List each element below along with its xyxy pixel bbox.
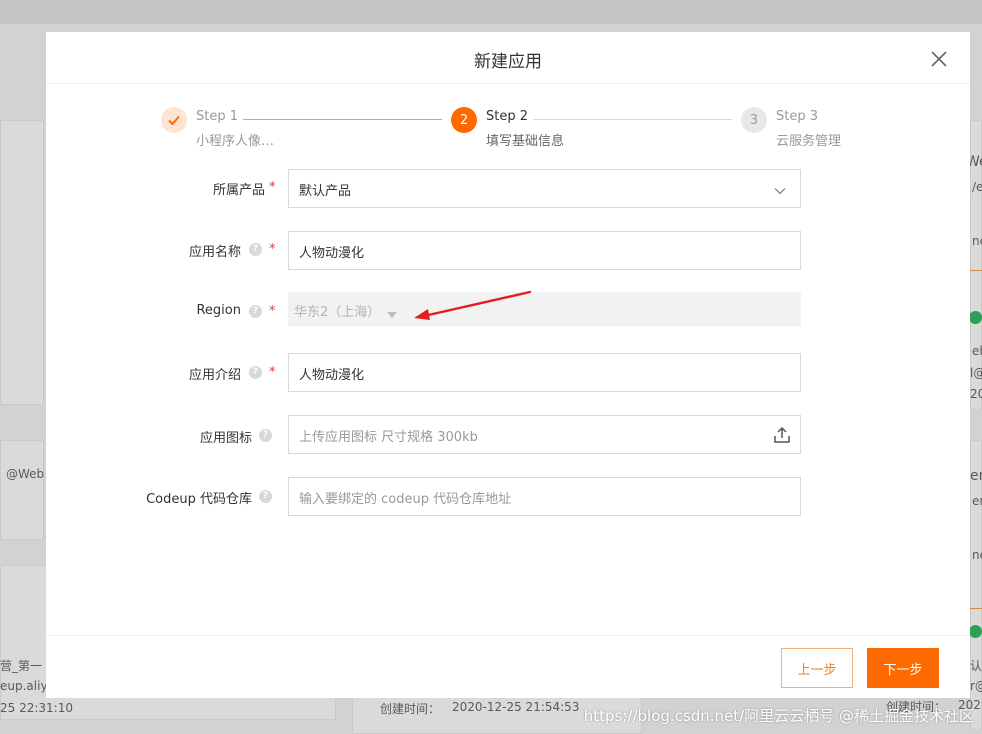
background-text: 20 xyxy=(970,387,982,401)
background-text: 认 xyxy=(970,659,982,673)
required-mark: * xyxy=(269,242,276,257)
app-intro-input[interactable]: 人物动漫化 xyxy=(288,353,801,392)
app-intro-value: 人物动漫化 xyxy=(299,368,365,383)
app-icon-placeholder: 上传应用图标 尺寸规格 300kb xyxy=(299,430,478,445)
product-label: 所属产品 xyxy=(212,183,265,198)
codeup-input[interactable]: 输入要绑定的 codeup 代码仓库地址 xyxy=(288,477,801,516)
background-text: 25 22:31:10 xyxy=(0,701,73,715)
step-3-number: 3 xyxy=(741,107,767,133)
background-accent-line xyxy=(970,608,982,609)
step-2-title: Step 2 xyxy=(486,109,529,124)
step-3-description: 云服务管理 xyxy=(776,134,842,149)
background-created-label: 创建时间： xyxy=(380,702,441,716)
new-app-dialog: 新建应用 Step 1 小程序人像… 2 Step 2 填写基础信息 3 Ste… xyxy=(46,32,970,698)
caret-down-icon xyxy=(387,307,397,322)
region-select: 华东2（上海） xyxy=(288,292,801,326)
background-text: l@ xyxy=(970,366,982,380)
background-accent-line xyxy=(970,270,982,271)
dialog-header: 新建应用 xyxy=(46,32,970,84)
app-name-label: 应用名称 xyxy=(188,245,241,260)
background-text: 营_第一 xyxy=(0,659,43,673)
background-text: /e xyxy=(972,180,982,194)
close-icon[interactable] xyxy=(928,48,950,70)
background-created-value: 2020-12-25 21:54:53 xyxy=(452,700,580,714)
region-label: Region xyxy=(196,303,241,318)
background-text: en xyxy=(970,468,982,484)
help-icon[interactable]: ? xyxy=(249,366,262,379)
app-name-value: 人物动漫化 xyxy=(299,246,365,261)
product-select[interactable]: 默认产品 xyxy=(288,169,801,208)
required-mark: * xyxy=(269,180,276,195)
background-text: eb xyxy=(972,344,982,358)
app-intro-label: 应用介绍 xyxy=(188,368,241,383)
help-icon[interactable]: ? xyxy=(249,243,262,256)
background-topbar xyxy=(0,0,982,24)
status-ok-icon xyxy=(969,311,982,324)
region-value: 华东2（上海） xyxy=(294,305,381,320)
annotation-arrow-icon xyxy=(410,287,536,329)
chevron-down-icon xyxy=(774,184,786,199)
required-mark: * xyxy=(269,304,276,319)
next-step-button[interactable]: 下一步 xyxy=(867,648,939,688)
background-text: ne xyxy=(972,234,982,248)
app-icon-label: 应用图标 xyxy=(199,431,252,446)
status-ok-icon xyxy=(969,625,982,638)
background-card-left-2 xyxy=(0,440,44,540)
help-icon[interactable]: ? xyxy=(259,429,272,442)
background-text: en xyxy=(972,494,982,508)
upload-icon[interactable] xyxy=(772,425,792,449)
codeup-placeholder: 输入要绑定的 codeup 代码仓库地址 xyxy=(299,492,512,507)
step-1-title: Step 1 xyxy=(196,109,239,124)
app-icon-upload[interactable]: 上传应用图标 尺寸规格 300kb xyxy=(288,415,801,454)
background-text: ne xyxy=(972,548,982,562)
background-text: @Web xyxy=(6,467,45,481)
step-1-description: 小程序人像… xyxy=(196,134,275,149)
step-3-title: Step 3 xyxy=(776,109,819,124)
help-icon[interactable]: ? xyxy=(259,490,272,503)
step-2-description: 填写基础信息 xyxy=(486,134,565,149)
watermark: https://blog.csdn.net/阿里云云栖号 @稀土掘金技术社区 xyxy=(583,707,974,725)
step-2-number: 2 xyxy=(451,107,477,133)
background-text: r@ xyxy=(970,679,982,693)
required-mark: * xyxy=(269,365,276,380)
step-connector xyxy=(243,119,442,120)
step-connector xyxy=(533,119,732,120)
product-select-value: 默认产品 xyxy=(299,184,352,199)
dialog-footer: 上一步 下一步 xyxy=(46,635,970,698)
help-icon[interactable]: ? xyxy=(249,305,262,318)
check-icon xyxy=(161,107,187,133)
codeup-label: Codeup 代码仓库 xyxy=(146,492,252,507)
background-card-left-1 xyxy=(0,120,44,405)
dialog-title: 新建应用 xyxy=(474,52,542,72)
app-name-input[interactable]: 人物动漫化 xyxy=(288,231,801,270)
prev-step-button[interactable]: 上一步 xyxy=(781,648,853,688)
